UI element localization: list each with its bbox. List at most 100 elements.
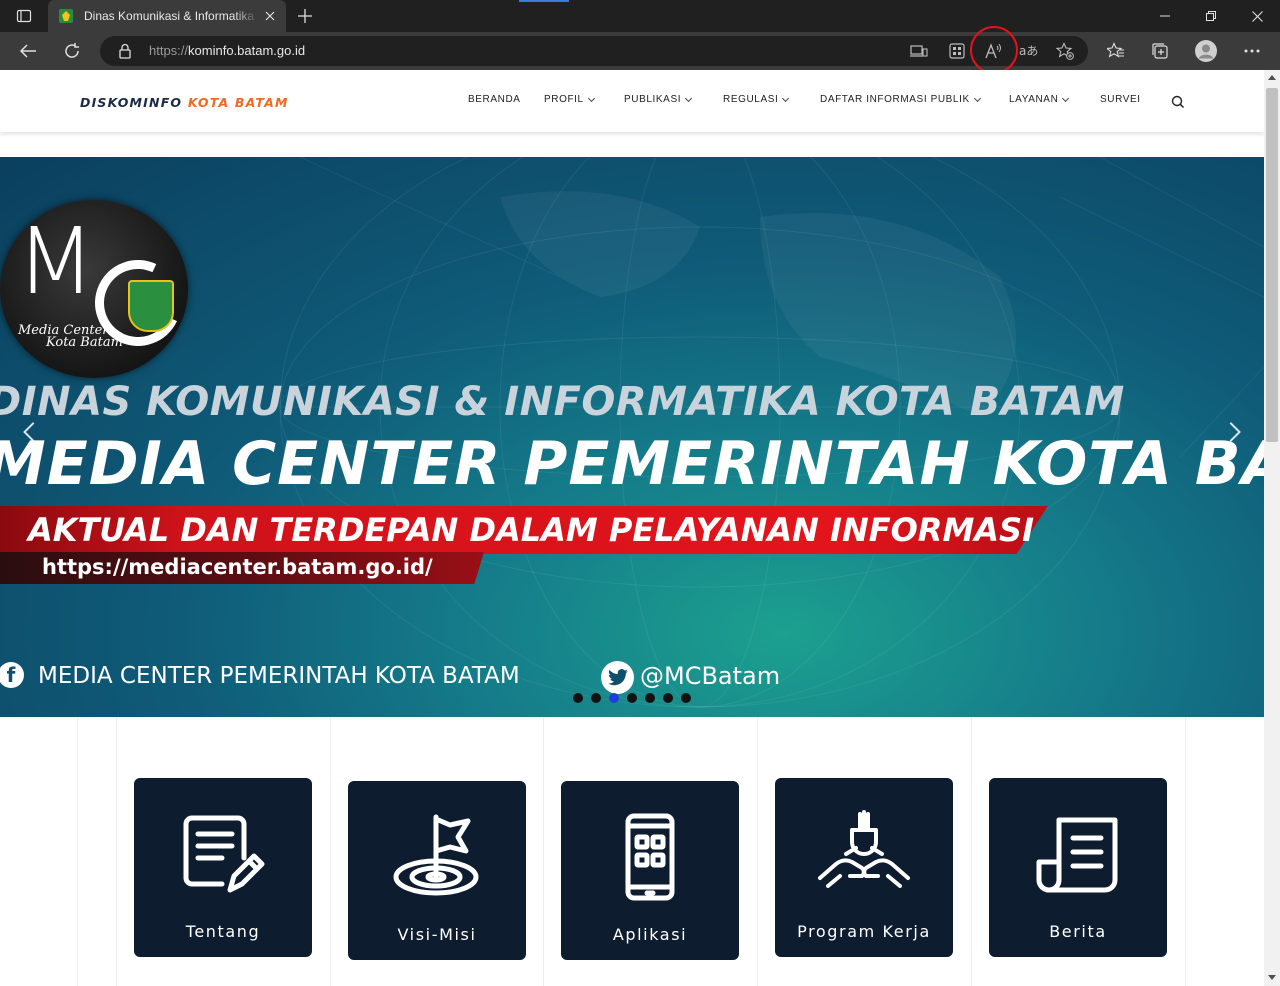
browser-tab-active[interactable]: Dinas Komunikasi & Informatika	[48, 0, 286, 32]
url-host: kominfo.batam.go.id	[188, 43, 306, 58]
target-flag-icon	[348, 811, 526, 911]
slider-dot[interactable]	[591, 693, 601, 703]
twitter-icon	[601, 661, 634, 694]
menu-label: LAYANAN	[1009, 94, 1059, 105]
collections-icon	[1152, 43, 1168, 59]
star-add-icon	[1056, 42, 1074, 60]
address-bar[interactable]: https://kominfo.batam.go.id aあ	[100, 36, 1088, 66]
chevron-down-icon	[1062, 94, 1070, 102]
restore-icon	[1206, 11, 1216, 21]
slider-dot[interactable]	[645, 693, 655, 703]
close-window-button[interactable]	[1234, 0, 1280, 32]
column-divider	[543, 717, 544, 986]
slider-dot[interactable]	[681, 693, 691, 703]
settings-more-button[interactable]	[1240, 40, 1264, 62]
app-available-button[interactable]	[908, 41, 930, 61]
chevron-down-icon	[685, 94, 693, 102]
chevron-down-icon	[587, 94, 595, 102]
profile-button[interactable]	[1194, 40, 1218, 62]
card-aplikasi[interactable]: Aplikasi	[561, 781, 739, 960]
feature-cards-section: Tentang Visi-Misi Aplikasi Program Kerja	[0, 717, 1264, 986]
column-divider	[116, 717, 117, 986]
card-program-kerja[interactable]: Program Kerja	[775, 778, 953, 957]
logo-text-diskominfo: DISKOMINFO	[80, 95, 183, 110]
more-horizontal-icon	[1244, 49, 1260, 53]
card-berita[interactable]: Berita	[989, 778, 1167, 957]
site-logo[interactable]: DISKOMINFO KOTA BATAM	[80, 95, 289, 110]
logo-letter-m: M	[16, 208, 95, 315]
scroll-up-arrow-icon[interactable]	[1268, 75, 1276, 80]
browser-tab-bar: Dinas Komunikasi & Informatika	[0, 0, 1280, 32]
slider-dot[interactable]	[609, 693, 619, 703]
slider-pagination	[573, 693, 691, 703]
menu-label: PUBLIKASI	[624, 94, 682, 105]
site-favicon-icon	[59, 9, 73, 23]
menu-item-beranda[interactable]: BERANDA	[468, 94, 521, 105]
slider-dot[interactable]	[573, 693, 583, 703]
svg-text:aあ: aあ	[1019, 44, 1038, 58]
tab-actions-button[interactable]	[8, 5, 40, 27]
chevron-down-icon	[973, 94, 981, 102]
menu-item-profil[interactable]: PROFIL	[544, 94, 595, 105]
plus-icon	[298, 9, 312, 23]
page-scrollbar[interactable]	[1264, 70, 1280, 986]
column-divider	[77, 717, 78, 986]
teamwork-hands-icon	[775, 808, 953, 908]
slider-dot[interactable]	[627, 693, 637, 703]
close-icon	[265, 11, 275, 21]
menu-item-layanan[interactable]: LAYANAN	[1009, 94, 1070, 105]
scroll-down-arrow-icon[interactable]	[1268, 975, 1276, 980]
url-text[interactable]: https://kominfo.batam.go.id	[149, 43, 305, 58]
slider-dot[interactable]	[663, 693, 673, 703]
media-center-logo: M Media Center Kota Batam	[0, 200, 194, 378]
qr-code-icon	[949, 43, 965, 59]
menu-item-survei[interactable]: SURVEI	[1100, 94, 1141, 105]
url-scheme: https://	[149, 43, 189, 58]
logo-text-kota-batam: KOTA BATAM	[187, 95, 289, 110]
translate-button[interactable]: aあ	[1018, 41, 1040, 61]
card-label: Program Kerja	[797, 922, 931, 941]
tab-close-button[interactable]	[262, 8, 278, 24]
menu-label: SURVEI	[1100, 94, 1141, 105]
menu-label: PROFIL	[544, 94, 584, 105]
restore-button[interactable]	[1188, 0, 1234, 32]
hero-heading-media-center: MEDIA CENTER PEMERINTAH KOTA BATAM	[0, 429, 1264, 499]
hero-heading-dinas: DINAS KOMUNIKASI & INFORMATIKA KOTA BATA…	[0, 379, 1125, 425]
collections-button[interactable]	[1148, 40, 1172, 62]
minimize-icon	[1160, 15, 1170, 17]
refresh-button[interactable]	[58, 37, 86, 65]
logo-text-kota-batam: Kota Batam	[46, 335, 123, 350]
card-tentang[interactable]: Tentang	[134, 778, 312, 957]
menu-item-daftar-informasi-publik[interactable]: DAFTAR INFORMASI PUBLIK	[820, 94, 981, 105]
scrollbar-thumb[interactable]	[1266, 88, 1278, 442]
hero-slider[interactable]: M Media Center Kota Batam DINAS KOMUNIKA…	[0, 157, 1264, 717]
facebook-label: MEDIA CENTER PEMERINTAH KOTA BATAM	[38, 663, 520, 689]
favorites-button[interactable]	[1104, 40, 1128, 62]
back-arrow-icon	[19, 44, 36, 58]
search-icon[interactable]	[1170, 94, 1186, 110]
menu-item-publikasi[interactable]: PUBLIKASI	[624, 94, 693, 105]
translate-icon: aあ	[1019, 44, 1038, 58]
avatar-icon	[1195, 40, 1217, 62]
hero-link-text: https://mediacenter.batam.go.id/	[42, 555, 433, 579]
close-icon	[1251, 10, 1263, 22]
qr-code-button[interactable]	[946, 41, 968, 61]
card-label: Visi-Misi	[397, 925, 477, 944]
tab-loading-accent	[519, 0, 569, 2]
card-label: Tentang	[185, 922, 261, 941]
menu-label: REGULASI	[723, 94, 779, 105]
lock-icon[interactable]	[118, 43, 132, 59]
favorites-icon	[1107, 42, 1124, 58]
menu-item-regulasi[interactable]: REGULASI	[723, 94, 790, 105]
back-button[interactable]	[14, 37, 42, 65]
card-label: Berita	[1049, 922, 1107, 941]
tab-actions-icon	[16, 9, 32, 23]
card-visi-misi[interactable]: Visi-Misi	[348, 781, 526, 960]
annotation-highlight-circle	[970, 26, 1018, 74]
add-favorite-button[interactable]	[1054, 41, 1076, 61]
batam-emblem-icon	[128, 280, 174, 332]
new-tab-button[interactable]	[292, 4, 318, 28]
refresh-icon	[65, 43, 79, 58]
column-divider	[971, 717, 972, 986]
minimize-button[interactable]	[1142, 0, 1188, 32]
